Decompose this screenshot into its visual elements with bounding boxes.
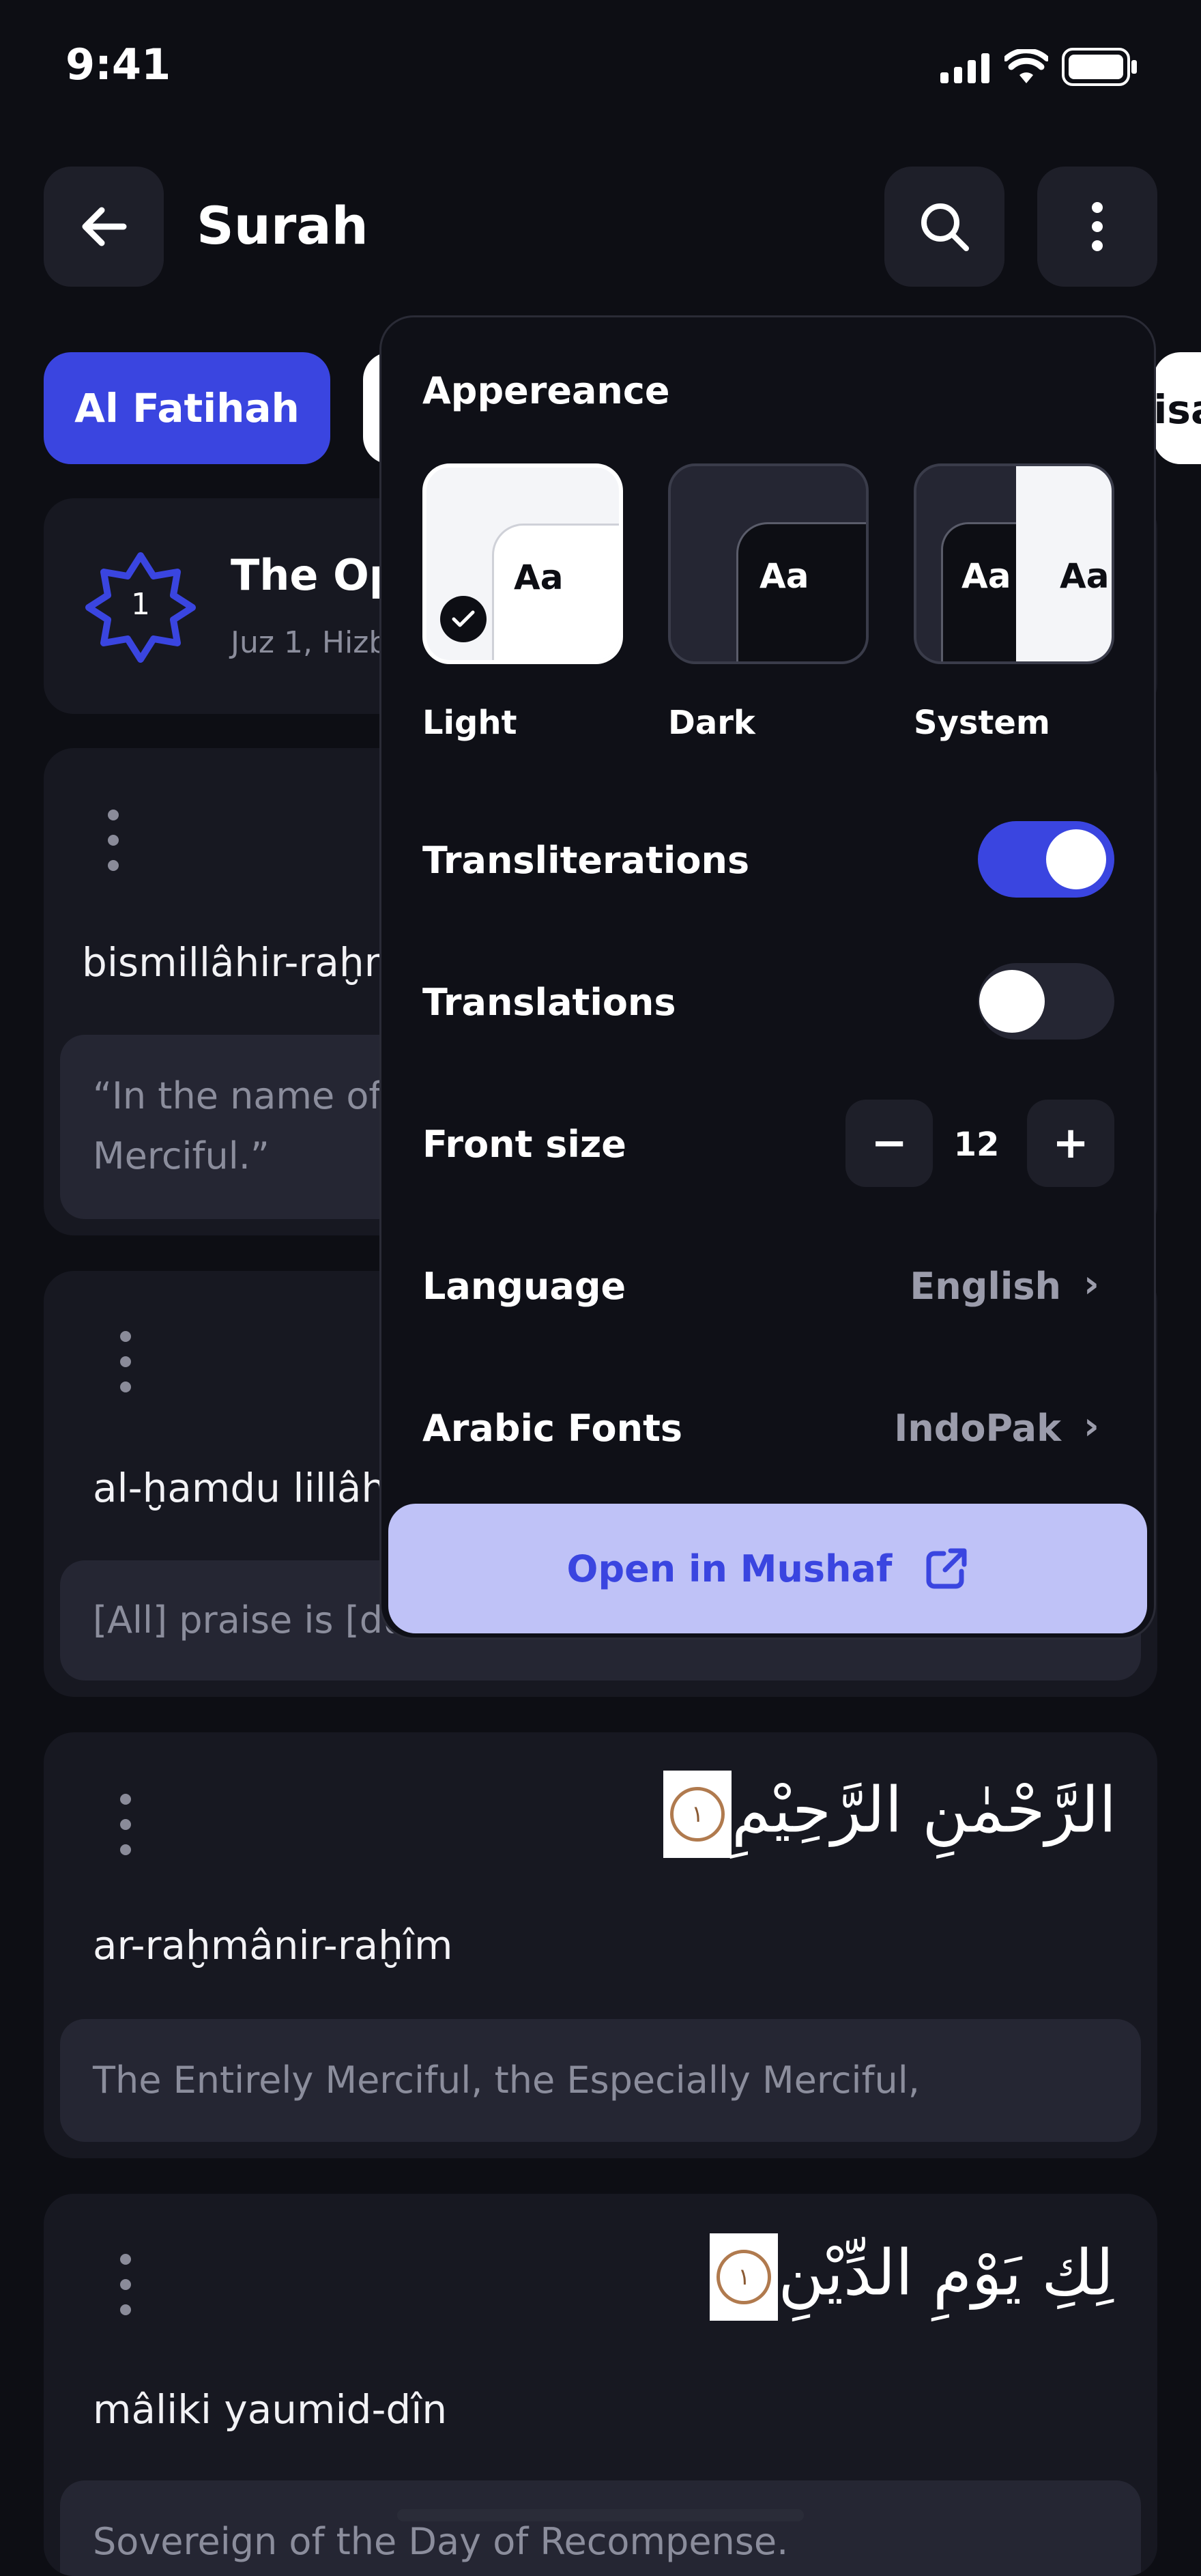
theme-system-option[interactable]: Aa Aa [914,463,1114,664]
theme-light-option[interactable]: Aa [422,463,623,664]
surah-subtitle: Juz 1, Hizb [231,625,388,660]
verse-transliteration: ar-raḫmânir-raḫîm [93,1922,453,1969]
verse-transliteration: bismillâhir-raḫm [82,939,403,986]
signal-icon [940,53,989,83]
home-indicator [397,2509,804,2521]
theme-dark-label: Dark [668,704,755,742]
more-button[interactable] [1037,167,1157,287]
font-size-increase-button[interactable]: + [1027,1100,1114,1187]
font-size-value: 12 [953,1126,1000,1164]
verse-translation-box: Sovereign of the Day of Recompense. [60,2480,1141,2576]
arabic-fonts-label: Arabic Fonts [422,1407,683,1450]
wifi-icon [1004,49,1048,83]
surah-number: 1 [131,587,150,622]
status-bar: 9:41 [0,0,1201,130]
verse-translation-box: The Entirely Merciful, the Especially Me… [60,2019,1141,2142]
toggle-knob [979,970,1045,1033]
verse-translation: The Entirely Merciful, the Especially Me… [93,2059,920,2102]
verse-translation: [All] praise is [due [93,1599,429,1642]
check-icon [440,596,487,642]
tab-label: Al Fatihah [74,385,300,431]
external-link-icon [926,1548,967,1589]
battery-icon [1062,48,1137,86]
ayah-number-icon: ١ [663,1771,732,1858]
arabic-fonts-value: IndoPak [894,1407,1061,1450]
font-size-label: Front size [422,1123,626,1166]
language-label: Language [422,1265,626,1308]
page-title: Surah [197,195,368,256]
verse-arabic: لِكِ يَوْمِ الدِّيْنِ ١ [710,2233,1114,2321]
tab-label: Nisa [1153,386,1201,433]
verse-translation: “In the name of A [93,1074,419,1117]
arabic-text: لِكِ يَوْمِ الدِّيْنِ [778,2236,1114,2310]
arabic-text: الرَّحْمٰنِ الرَّحِيْمِ [732,1773,1116,1847]
open-in-mushaf-button[interactable]: Open in Mushaf [388,1504,1147,1633]
verse-translation: Merciful.” [93,1134,270,1177]
language-row[interactable]: Language English › [381,1232,1154,1314]
font-size-decrease-button[interactable]: − [845,1100,933,1187]
verse-menu-icon[interactable] [112,1331,139,1392]
verse-card-3[interactable]: الرَّحْمٰنِ الرَّحِيْمِ ١ ar-raḫmânir-raḫ… [44,1732,1157,2158]
transliterations-label: Transliterations [422,839,750,882]
search-button[interactable] [884,167,1004,287]
verse-arabic: الرَّحْمٰنِ الرَّحِيْمِ ١ [663,1771,1116,1858]
theme-light-label: Light [422,704,517,742]
back-button[interactable] [44,167,164,287]
status-time: 9:41 [66,40,171,89]
verse-transliteration: al-ḫamdu lillâh [93,1465,387,1511]
verse-menu-icon[interactable] [112,2254,139,2315]
settings-popup: Appereance Aa Light Aa Dark Aa Aa System… [379,315,1156,1640]
plus-icon: + [1052,1118,1089,1169]
toggle-knob [1046,829,1106,889]
theme-sample-text: Aa [514,558,564,597]
theme-dark-option[interactable]: Aa [668,463,869,664]
verse-transliteration: mâliki yaumid-dîn [93,2386,448,2433]
more-vertical-icon [1092,202,1103,251]
verse-menu-icon[interactable] [100,810,127,871]
theme-sample-text: Aa [961,556,1011,596]
tab-nisa[interactable]: Nisa [1153,352,1201,464]
arrow-left-icon [82,207,127,246]
arabic-fonts-row[interactable]: Arabic Fonts IndoPak › [381,1374,1154,1456]
surah-title: The Op [231,550,400,600]
translations-label: Translations [422,981,676,1024]
theme-sample-text: Aa [759,556,809,596]
language-value: English [910,1265,1061,1308]
appearance-heading: Appereance [422,369,670,412]
minus-icon: − [871,1118,908,1169]
verse-menu-icon[interactable] [112,1794,139,1855]
search-icon [921,203,969,251]
theme-sample-text: Aa [1060,556,1110,596]
translations-toggle[interactable] [978,963,1114,1040]
chevron-right-icon: › [1083,1262,1099,1306]
theme-system-label: System [914,704,1050,742]
transliterations-toggle[interactable] [978,821,1114,898]
open-in-mushaf-label: Open in Mushaf [566,1547,893,1590]
chevron-right-icon: › [1083,1404,1099,1448]
tab-al-fatihah[interactable]: Al Fatihah [44,352,330,464]
ayah-number-icon: ١ [710,2233,779,2321]
